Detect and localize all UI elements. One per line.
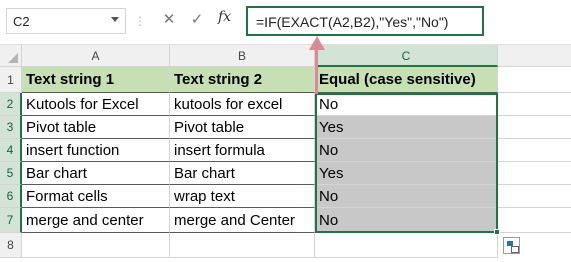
table-cell-d4[interactable] [498, 139, 571, 162]
table-cell-c7[interactable]: No [315, 208, 498, 233]
row-header-7[interactable]: 7 [0, 208, 22, 233]
select-all-button[interactable] [0, 45, 22, 67]
table-cell-d2[interactable] [498, 93, 571, 116]
table-cell-d6[interactable] [498, 185, 571, 208]
table-cell-c4[interactable]: No [315, 139, 498, 162]
row-header-2[interactable]: 2 [0, 93, 22, 116]
table-cell-b5[interactable]: Bar chart [170, 162, 315, 185]
row-header-3[interactable]: 3 [0, 116, 22, 139]
cancel-icon[interactable]: ✕ [160, 10, 178, 28]
table-cell-d7[interactable] [498, 208, 571, 233]
header-cell-b1[interactable]: Text string 2 [170, 67, 315, 93]
select-all-icon [8, 53, 18, 63]
enter-icon[interactable]: ✓ [188, 10, 206, 28]
header-cell-c1[interactable]: Equal (case sensitive) [315, 67, 498, 93]
formula-bar: C2 ⋮ ✕ ✓ fx =IF(EXACT(A2,B2),"Yes","No") [0, 0, 571, 46]
table-cell-a5[interactable]: Bar chart [22, 162, 170, 185]
column-header-d[interactable] [498, 45, 571, 67]
table-cell-a7[interactable]: merge and center [22, 208, 170, 233]
column-header-c[interactable]: C [315, 45, 498, 67]
column-header-b[interactable]: B [170, 45, 315, 67]
table-cell-b7[interactable]: merge and Center [170, 208, 315, 233]
table-cell-d5[interactable] [498, 162, 571, 185]
row-header-1[interactable]: 1 [0, 67, 22, 93]
active-cell-c2[interactable]: No [315, 93, 498, 116]
table-cell-c5[interactable]: Yes [315, 162, 498, 185]
table-cell-c6[interactable]: No [315, 185, 498, 208]
table-cell-b3[interactable]: Pivot table [170, 116, 315, 139]
chevron-down-icon[interactable] [111, 17, 119, 22]
fill-handle[interactable] [494, 229, 500, 235]
formula-text: =IF(EXACT(A2,B2),"Yes","No") [256, 14, 449, 30]
table-cell-c3[interactable]: Yes [315, 116, 498, 139]
formula-input[interactable]: =IF(EXACT(A2,B2),"Yes","No") [246, 6, 484, 36]
table-cell-d1[interactable] [498, 67, 571, 93]
name-box[interactable]: C2 [6, 8, 126, 34]
table-cell-b6[interactable]: wrap text [170, 185, 315, 208]
row-header-8[interactable]: 8 [0, 233, 22, 258]
table-cell-b2[interactable]: kutools for excel [170, 93, 315, 116]
table-cell-a3[interactable]: Pivot table [22, 116, 170, 139]
table-cell-a4[interactable]: insert function [22, 139, 170, 162]
row-header-4[interactable]: 4 [0, 139, 22, 162]
table-cell-a8[interactable] [22, 233, 170, 258]
drag-handle-icon[interactable]: ⋮ [134, 14, 147, 28]
column-header-a[interactable]: A [22, 45, 170, 67]
header-cell-a1[interactable]: Text string 1 [22, 67, 170, 93]
row-header-6[interactable]: 6 [0, 185, 22, 208]
annotation-arrow-icon [309, 36, 325, 50]
table-cell-c8[interactable] [315, 233, 498, 258]
table-cell-a2[interactable]: Kutools for Excel [22, 93, 170, 116]
table-cell-d3[interactable] [498, 116, 571, 139]
name-box-value: C2 [13, 14, 30, 29]
quick-analysis-icon[interactable] [503, 237, 520, 254]
annotation-arrow-shaft [315, 48, 318, 94]
insert-function-icon[interactable]: fx [218, 9, 231, 25]
table-cell-b8[interactable] [170, 233, 315, 258]
table-cell-a6[interactable]: Format cells [22, 185, 170, 208]
table-cell-b4[interactable]: insert formula [170, 139, 315, 162]
row-header-5[interactable]: 5 [0, 162, 22, 185]
